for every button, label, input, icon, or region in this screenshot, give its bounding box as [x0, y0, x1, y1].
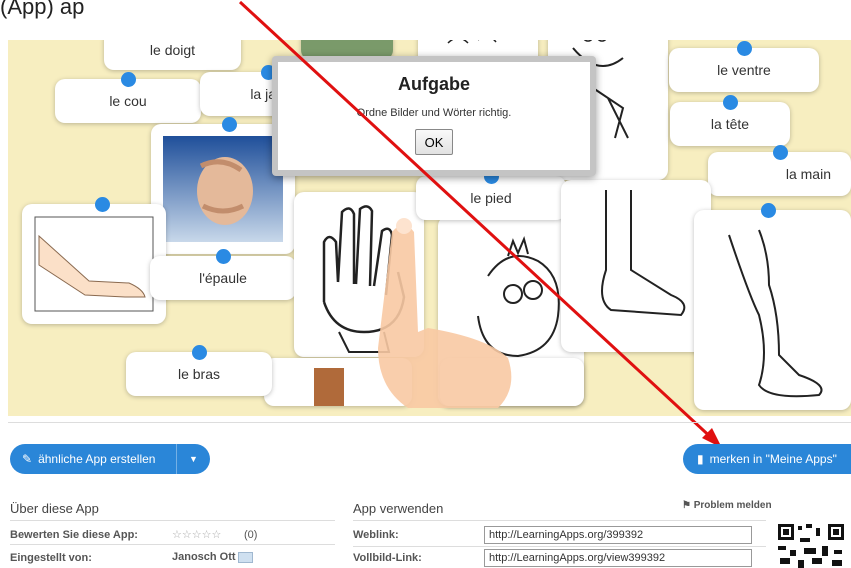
divider [10, 520, 335, 521]
rating-count: (0) [244, 529, 258, 541]
author-label: Eingestellt von: [10, 552, 92, 564]
author-name[interactable]: Janosch Ott [172, 551, 236, 563]
about-section-title: Über diese App [10, 501, 99, 516]
rating-stars[interactable]: ☆☆☆☆☆ [172, 528, 221, 541]
save-to-my-apps-button[interactable]: ▮ merken in "Meine Apps" [683, 444, 851, 474]
weblink-field[interactable]: http://LearningApps.org/399392 [484, 526, 752, 544]
rate-label: Bewerten Sie diese App: [10, 529, 138, 541]
flag-icon: ⚑ [682, 500, 691, 511]
create-similar-app-button[interactable]: ✎ ähnliche App erstellen ▼ [10, 444, 210, 474]
bookmark-icon: ▮ [697, 452, 704, 466]
mail-icon[interactable] [238, 552, 253, 563]
fullscreen-link-label: Vollbild-Link: [353, 552, 422, 564]
divider [10, 544, 335, 545]
qr-code-icon [776, 522, 851, 568]
chevron-down-icon[interactable]: ▼ [176, 444, 210, 474]
divider [353, 520, 766, 521]
report-problem-link[interactable]: ⚑ Problem melden [682, 500, 772, 511]
use-section-title: App verwenden [353, 501, 444, 516]
annotation-arrow [238, 0, 722, 448]
fullscreen-link-field[interactable]: http://LearningApps.org/view399392 [484, 549, 752, 567]
edit-icon: ✎ [22, 452, 33, 466]
divider [8, 422, 851, 423]
weblink-label: Weblink: [353, 529, 399, 541]
divider [353, 546, 766, 547]
